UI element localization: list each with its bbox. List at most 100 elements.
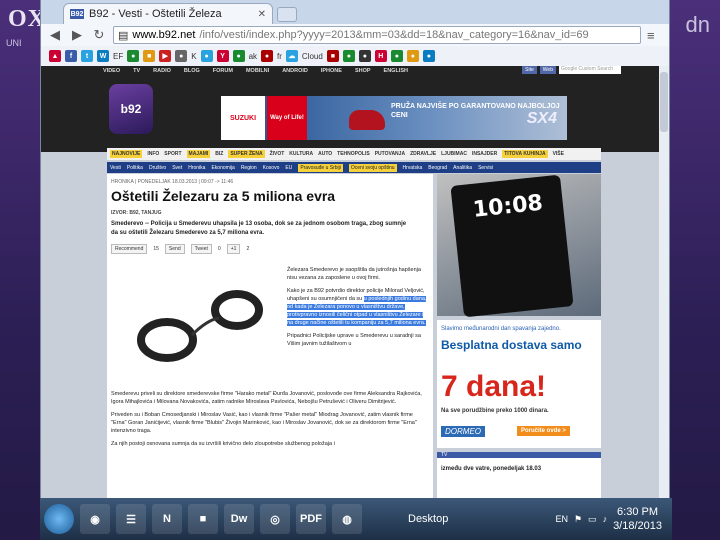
phone-ad[interactable]: 10:08	[437, 174, 601, 318]
site-nav-item[interactable]: ENGLISH	[384, 68, 408, 74]
flag-icon[interactable]: ⚑	[574, 514, 582, 525]
bookmark-icon[interactable]: H	[374, 50, 387, 62]
site-nav-item[interactable]: TV	[133, 68, 140, 74]
site-nav-item[interactable]: VIDEO	[103, 68, 120, 74]
taskbar-app-icon[interactable]: N	[152, 504, 182, 534]
site-nav-item[interactable]: BLOG	[184, 68, 200, 74]
bookmark-icon[interactable]: ●	[390, 50, 403, 62]
bookmark-icon[interactable]: ●	[406, 50, 419, 62]
subcategory-item[interactable]: EU	[285, 165, 292, 171]
taskbar-app-icon[interactable]: ☰	[116, 504, 146, 534]
subcategory-item[interactable]: Analitika	[453, 165, 472, 171]
site-nav-item[interactable]: RADIO	[153, 68, 171, 74]
tab-close-icon[interactable]: ✕	[258, 9, 266, 20]
bookmark-icon[interactable]: W	[97, 50, 109, 62]
send-button[interactable]: Send	[164, 244, 185, 254]
reload-icon[interactable]: ↻	[91, 27, 107, 43]
search-web-button[interactable]: Web	[539, 66, 556, 74]
category-item[interactable]: PUTOVANJA	[375, 151, 405, 157]
promo-ad[interactable]: Slavimo međunarodni dan spavanja zajedno…	[437, 320, 601, 448]
bookmark-icon[interactable]: ●	[200, 50, 213, 62]
category-item[interactable]: SUPER ŽENA	[228, 150, 265, 158]
subcategory-item[interactable]: Hronika	[188, 165, 205, 171]
start-button[interactable]	[44, 504, 74, 534]
site-nav-item[interactable]: MOBILNI	[246, 68, 269, 74]
taskbar-app-icon[interactable]: Dw	[224, 504, 254, 534]
category-item[interactable]: KULTURA	[289, 151, 313, 157]
subcategory-item[interactable]: Vesti	[110, 165, 121, 171]
tweet-button[interactable]: Tweet	[190, 244, 212, 254]
site-nav-item[interactable]: SHOP	[355, 68, 371, 74]
bookmark-icon[interactable]: ●	[175, 50, 188, 62]
browser-tab[interactable]: B92 B92 - Vesti - Oštetili Železa ✕	[63, 3, 273, 24]
bookmark-label[interactable]: K	[191, 52, 196, 61]
subcategory-item[interactable]: Servisi	[478, 165, 493, 171]
category-item[interactable]: AUTO	[318, 151, 332, 157]
google-plus-button[interactable]: +1	[226, 244, 241, 254]
back-arrow-icon[interactable]: ◀	[47, 27, 63, 43]
site-nav-item[interactable]: IPHONE	[321, 68, 342, 74]
subcategory-item[interactable]: Kosovo	[263, 165, 280, 171]
bookmark-icon[interactable]: ▲	[49, 50, 61, 62]
address-bar[interactable]: ▤ www.b92.net/info/vesti/index.php?yyyy=…	[113, 26, 641, 44]
subcategory-item[interactable]: Oceni svoju opštinu	[348, 163, 397, 172]
search-input[interactable]: Google Custom Search	[559, 66, 621, 74]
bookmark-icon[interactable]: ●	[232, 50, 245, 62]
category-item[interactable]: TEHNOPOLIS	[337, 151, 370, 157]
forward-arrow-icon[interactable]: ▶	[69, 27, 85, 43]
bookmark-icon[interactable]: ■	[326, 50, 339, 62]
tv-text[interactable]: između dve vatre, ponedeljak 18.03	[441, 466, 541, 472]
network-icon[interactable]: ▭	[588, 514, 597, 525]
subcategory-item[interactable]: Politika	[127, 165, 143, 171]
search-site-button[interactable]: Site	[522, 66, 537, 74]
category-item[interactable]: VIŠE	[553, 151, 564, 157]
chrome-icon[interactable]: ◍	[332, 504, 362, 534]
ad-banner[interactable]: SUZUKI Way of Life! PRUŽA NAJVIŠE PO GAR…	[221, 96, 567, 140]
taskbar-clock[interactable]: 6:30 PM 3/18/2013	[613, 505, 662, 533]
category-item[interactable]: SPORT	[164, 151, 181, 157]
new-tab-button[interactable]	[277, 7, 297, 22]
taskbar-app-icon[interactable]: ◉	[80, 504, 110, 534]
category-item[interactable]: NAJNOVIJE	[110, 150, 143, 158]
bookmark-icon[interactable]: ☁	[285, 50, 298, 62]
taskbar-app-icon[interactable]: ■	[188, 504, 218, 534]
category-item[interactable]: ZDRAVLJE	[410, 151, 436, 157]
category-item[interactable]: TITOVA KUHINJA	[502, 150, 548, 158]
scrollbar-thumb[interactable]	[660, 72, 668, 132]
site-nav-item[interactable]: ANDROID	[282, 68, 308, 74]
category-item[interactable]: MAJAMI	[186, 150, 211, 158]
bookmark-label[interactable]: fr	[277, 52, 282, 61]
bookmark-icon[interactable]: t	[81, 50, 93, 62]
category-item[interactable]: BIZ	[215, 151, 223, 157]
subcategory-item[interactable]: Region	[241, 165, 257, 171]
menu-icon[interactable]: ≡	[647, 28, 663, 43]
bookmark-label[interactable]: EF	[113, 52, 123, 61]
bookmark-icon[interactable]: Y	[216, 50, 229, 62]
subcategory-item[interactable]: Društvo	[149, 165, 166, 171]
scrollbar[interactable]	[659, 66, 669, 498]
taskbar-app-icon[interactable]: PDF	[296, 504, 326, 534]
bookmark-icon[interactable]: ●	[422, 50, 435, 62]
subcategory-item[interactable]: Ekonomija	[211, 165, 234, 171]
category-item[interactable]: INSAJDER	[472, 151, 497, 157]
language-indicator[interactable]: EN	[555, 514, 568, 524]
category-item[interactable]: INFO	[147, 151, 159, 157]
bookmark-icon[interactable]: ●	[342, 50, 355, 62]
bookmark-label[interactable]: ak	[249, 52, 257, 61]
bookmark-icon[interactable]: ●	[261, 50, 274, 62]
bookmark-icon[interactable]: ●	[127, 50, 140, 62]
order-button[interactable]: Poručite ovde >	[517, 426, 570, 436]
site-nav-item[interactable]: FORUM	[213, 68, 233, 74]
subcategory-item[interactable]: Pravosuđe u Srbiji	[298, 163, 343, 172]
subcategory-item[interactable]: Beograd	[428, 165, 447, 171]
site-logo[interactable]: b92	[109, 84, 153, 134]
subcategory-item[interactable]: Hrvatska	[403, 165, 423, 171]
category-item[interactable]: LJUBIMAC	[441, 151, 467, 157]
bookmark-icon[interactable]: f	[65, 50, 77, 62]
bookmark-icon[interactable]: ▶	[159, 50, 172, 62]
bookmark-label[interactable]: Cloud	[302, 52, 323, 61]
taskbar-app-icon[interactable]: ◎	[260, 504, 290, 534]
subcategory-item[interactable]: Svet	[172, 165, 182, 171]
recommend-button[interactable]: Recommend	[111, 244, 148, 254]
bookmark-icon[interactable]: ■	[143, 50, 156, 62]
